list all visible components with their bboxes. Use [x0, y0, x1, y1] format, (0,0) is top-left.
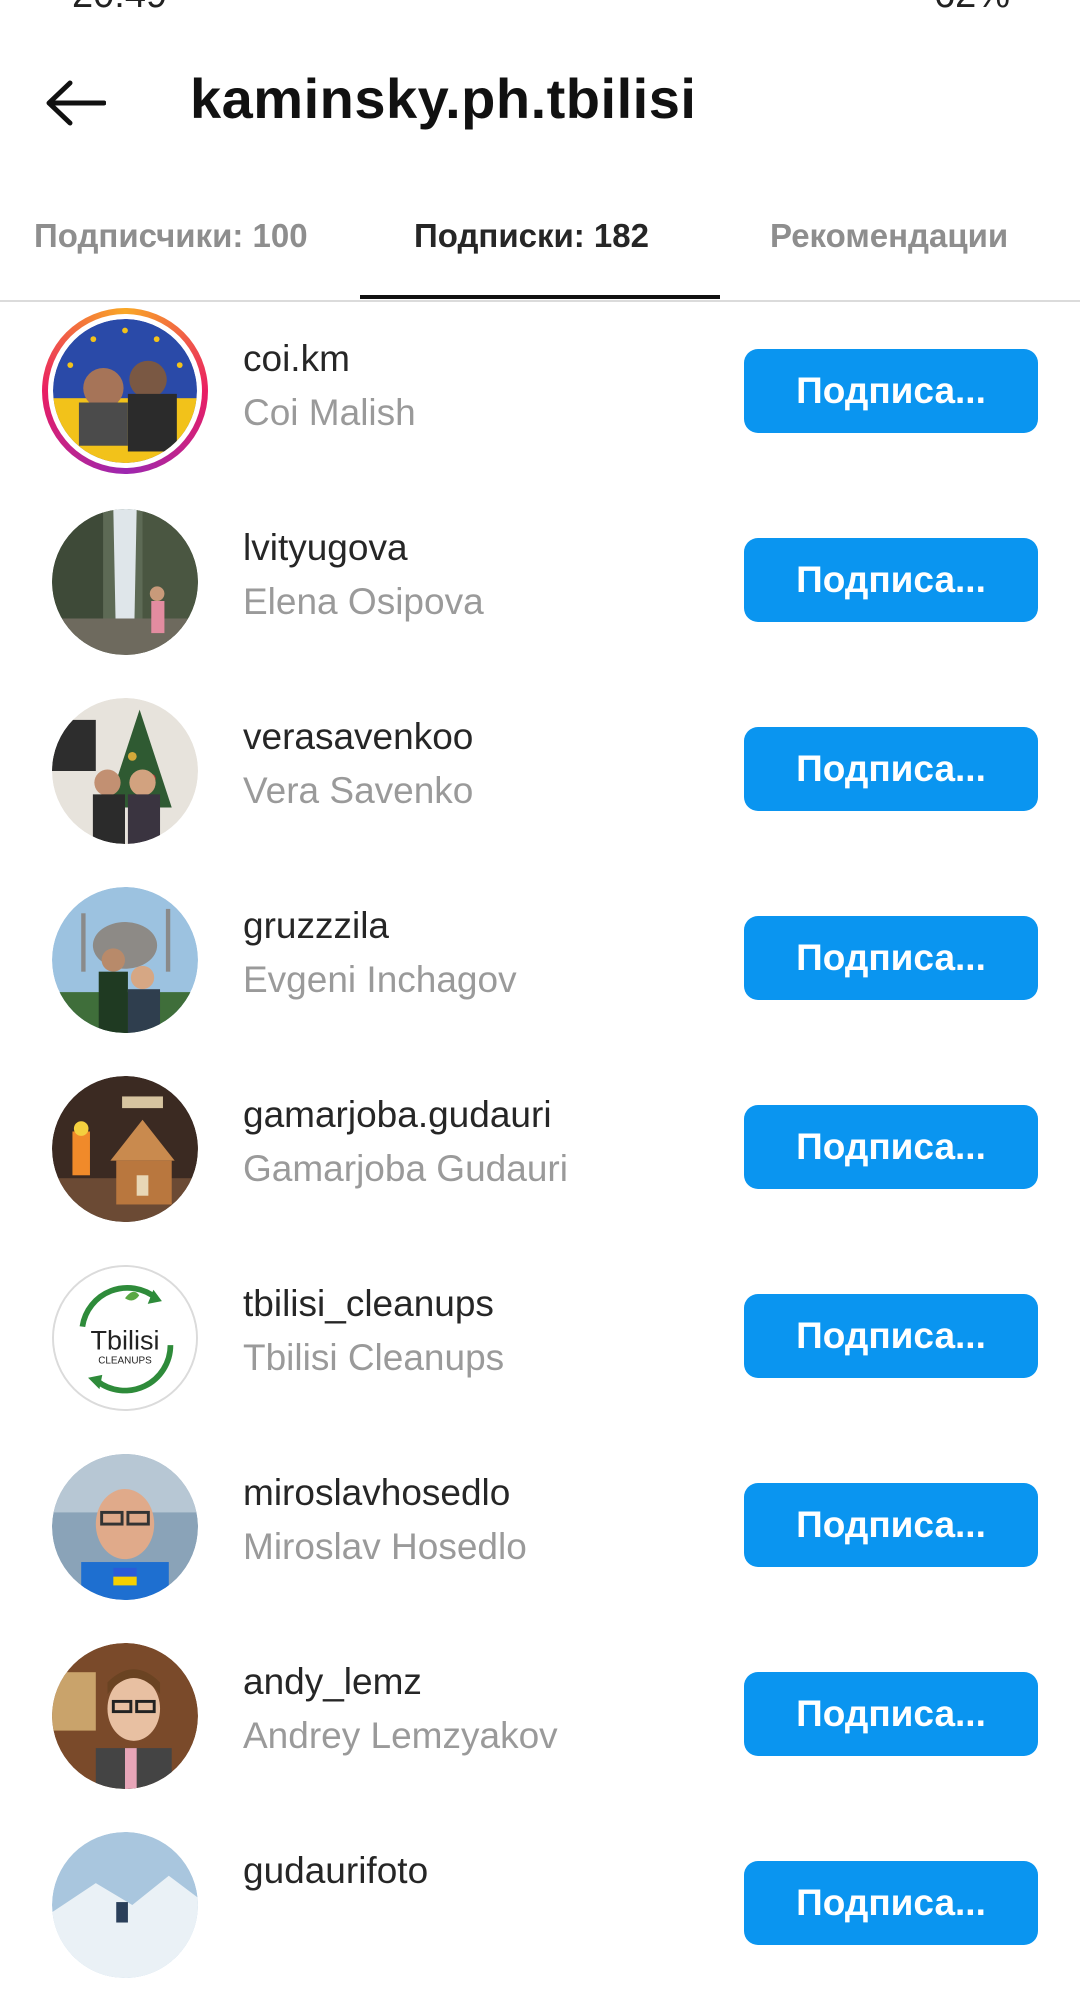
avatar-image	[53, 319, 197, 463]
tab-bar: Подписчики: 100 Подписки: 182 Рекомендац…	[0, 195, 1080, 302]
full-name: Evgeni Inchagov	[243, 959, 517, 1000]
full-name: Coi Malish	[243, 392, 416, 433]
status-time: 20:49	[72, 0, 167, 17]
username[interactable]: miroslavhosedlo	[243, 1472, 510, 1514]
subscribed-button[interactable]: Подписа...	[744, 1861, 1038, 1945]
list-item[interactable]: miroslavhosedlo Miroslav Hosedlo Подписа…	[0, 1434, 1080, 1623]
avatar[interactable]	[52, 1643, 198, 1789]
list-item[interactable]: lvityugova Elena Osipova Подписа...	[0, 489, 1080, 678]
username[interactable]: gamarjoba.gudauri	[243, 1094, 552, 1136]
list-item[interactable]: gamarjoba.gudauri Gamarjoba Gudauri Подп…	[0, 1056, 1080, 1245]
avatar[interactable]	[52, 1076, 198, 1222]
list-item[interactable]: andy_lemz Andrey Lemzyakov Подписа...	[0, 1623, 1080, 1812]
username[interactable]: lvityugova	[243, 527, 408, 569]
arrow-left-icon	[46, 80, 106, 126]
svg-text:Tbilisi: Tbilisi	[91, 1325, 160, 1355]
avatar[interactable]: Tbilisi CLEANUPS	[52, 1265, 198, 1411]
tab-following[interactable]: Подписки: 182	[414, 217, 649, 255]
subscribed-button[interactable]: Подписа...	[744, 727, 1038, 811]
list-item[interactable]: gudaurifoto Подписа...	[0, 1812, 1080, 2001]
username[interactable]: tbilisi_cleanups	[243, 1283, 494, 1325]
subscribed-button[interactable]: Подписа...	[744, 538, 1038, 622]
username[interactable]: gruzzzila	[243, 905, 389, 947]
full-name: Andrey Lemzyakov	[243, 1715, 558, 1756]
full-name: Miroslav Hosedlo	[243, 1526, 527, 1567]
avatar-image	[52, 1076, 198, 1222]
tab-followers[interactable]: Подписчики: 100	[34, 217, 308, 255]
full-name: Gamarjoba Gudauri	[243, 1148, 568, 1189]
avatar[interactable]	[52, 509, 198, 655]
username[interactable]: verasavenkoo	[243, 716, 473, 758]
subscribed-button[interactable]: Подписа...	[744, 1483, 1038, 1567]
avatar[interactable]	[52, 698, 198, 844]
avatar[interactable]	[52, 1454, 198, 1600]
list-item[interactable]: gruzzzila Evgeni Inchagov Подписа...	[0, 867, 1080, 1056]
svg-text:CLEANUPS: CLEANUPS	[98, 1356, 152, 1367]
active-tab-indicator	[360, 295, 720, 299]
avatar-image	[52, 1832, 198, 1978]
header: kaminsky.ph.tbilisi	[0, 40, 1080, 160]
list-item[interactable]: Tbilisi CLEANUPS tbilisi_cleanups Tbilis…	[0, 1245, 1080, 1434]
avatar-image	[52, 1643, 198, 1789]
list-item[interactable]: coi.km Coi Malish Подписа...	[0, 300, 1080, 489]
battery-level: 62%	[934, 0, 1010, 17]
tbilisi-cleanups-logo: Tbilisi CLEANUPS	[54, 1267, 196, 1409]
avatar-image	[52, 1454, 198, 1600]
subscribed-button[interactable]: Подписа...	[744, 1105, 1038, 1189]
full-name: Tbilisi Cleanups	[243, 1337, 505, 1378]
subscribed-button[interactable]: Подписа...	[744, 916, 1038, 1000]
page-title: kaminsky.ph.tbilisi	[190, 67, 697, 130]
subscribed-button[interactable]: Подписа...	[744, 349, 1038, 433]
avatar-image	[52, 509, 198, 655]
avatar-image	[52, 698, 198, 844]
avatar[interactable]	[52, 887, 198, 1033]
avatar[interactable]	[42, 308, 208, 474]
full-name: Vera Savenko	[243, 770, 474, 811]
username[interactable]: andy_lemz	[243, 1661, 422, 1703]
back-button[interactable]	[30, 68, 120, 138]
username[interactable]: coi.km	[243, 338, 350, 380]
following-list: coi.km Coi Malish Подписа... lvityugova …	[0, 300, 1080, 2001]
subscribed-button[interactable]: Подписа...	[744, 1672, 1038, 1756]
tab-recommendations[interactable]: Рекомендации	[770, 217, 1008, 255]
status-bar: 20:49 62%	[0, 0, 1080, 20]
list-item[interactable]: verasavenkoo Vera Savenko Подписа...	[0, 678, 1080, 867]
avatar-image	[52, 887, 198, 1033]
avatar[interactable]	[52, 1832, 198, 1978]
username[interactable]: gudaurifoto	[243, 1850, 428, 1892]
full-name: Elena Osipova	[243, 581, 484, 622]
subscribed-button[interactable]: Подписа...	[744, 1294, 1038, 1378]
